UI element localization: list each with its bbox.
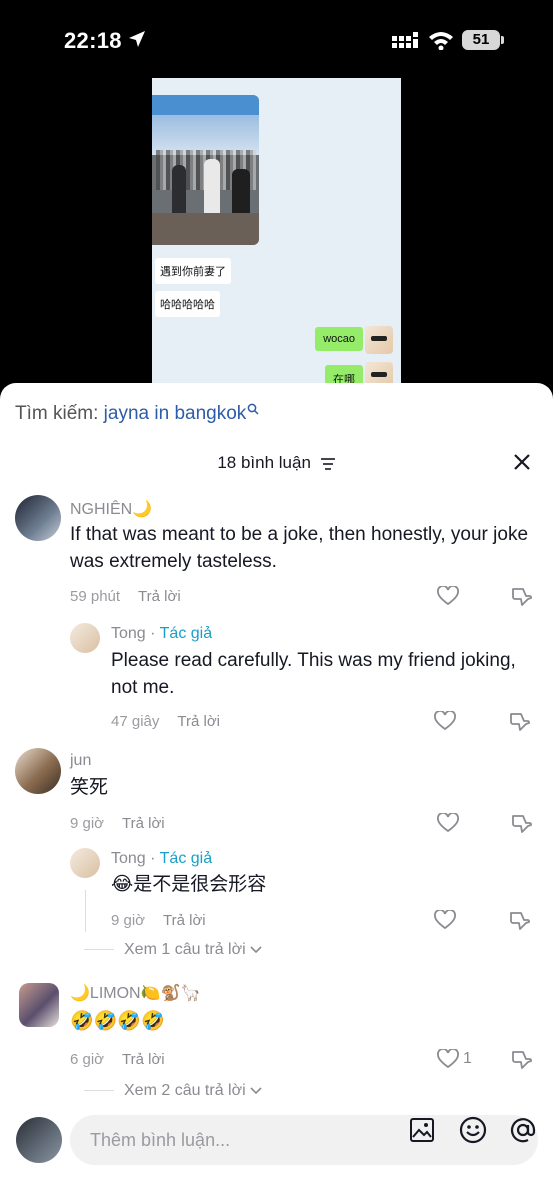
chat-photo	[152, 95, 259, 245]
like-heart-icon	[437, 1048, 459, 1069]
reply-author[interactable]: Tong · Tác giả	[111, 850, 212, 868]
like-heart-icon[interactable]	[434, 910, 456, 930]
comment-time: 6 giờ	[70, 1051, 105, 1068]
comments-sheet: Tìm kiếm: jayna in bangkok 18 bình luận …	[0, 383, 553, 1200]
comments-count[interactable]: 18 bình luận	[0, 453, 553, 473]
like-heart-icon[interactable]	[434, 711, 456, 731]
author-badge: Tác giả	[159, 625, 213, 642]
dislike-icon[interactable]	[511, 585, 533, 607]
search-label: Tìm kiếm:	[15, 403, 99, 424]
search-query[interactable]: jayna in bangkok	[104, 403, 247, 424]
search-icon	[247, 403, 259, 415]
like-heart-icon[interactable]	[437, 813, 459, 833]
emoji-icon[interactable]	[459, 1116, 487, 1144]
reply-button[interactable]: Trả lời	[177, 713, 220, 730]
comment-text: Please read carefully. This was my frien…	[111, 650, 516, 698]
like-button[interactable]: 1	[437, 1048, 477, 1071]
comment-input-placeholder: Thêm bình luận...	[90, 1130, 231, 1150]
status-bar: 22:18 51	[0, 0, 553, 78]
comment-meta: 6 giờ Trả lời	[70, 1051, 165, 1068]
reply-button[interactable]: Trả lời	[138, 588, 181, 605]
view-replies-button[interactable]: Xem 1 câu trả lời	[84, 941, 262, 959]
avatar[interactable]	[15, 495, 61, 541]
chat-bubble-left: 遇到你前妻了	[155, 258, 231, 284]
dislike-icon[interactable]	[509, 710, 531, 732]
cellular-signal-icon	[392, 32, 418, 48]
like-count: 1	[463, 1050, 472, 1067]
comment-meta: 9 giờ Trả lời	[111, 912, 206, 929]
comment-meta: 9 giờ Trả lời	[70, 815, 165, 832]
comment-text: 😂是不是很会形容	[111, 874, 267, 895]
comment-author[interactable]: jun	[70, 752, 91, 770]
comment-text: If that was meant to be a joke, then hon…	[70, 524, 529, 572]
reply-author[interactable]: Tong · Tác giả	[111, 625, 212, 643]
comment-text: 🤣🤣🤣🤣	[70, 1011, 165, 1032]
avatar[interactable]	[19, 983, 59, 1027]
battery-indicator: 51	[462, 30, 504, 50]
like-heart-icon[interactable]	[437, 586, 459, 606]
dislike-icon[interactable]	[509, 909, 531, 931]
chevron-down-icon	[250, 946, 262, 954]
chat-bubble-right: wocao	[315, 327, 363, 351]
search-suggestion[interactable]: Tìm kiếm: jayna in bangkok	[15, 403, 259, 425]
dislike-icon[interactable]	[511, 1048, 533, 1070]
view-replies-button[interactable]: Xem 2 câu trả lời	[84, 1082, 262, 1100]
avatar[interactable]	[70, 623, 100, 653]
clock: 22:18	[64, 28, 122, 53]
author-badge: Tác giả	[159, 850, 213, 867]
comment-text: 笑死	[70, 777, 109, 798]
avatar[interactable]	[15, 748, 61, 794]
chat-bubble-left: 哈哈哈哈哈	[155, 291, 220, 317]
comment-meta: 59 phút Trả lời	[70, 588, 181, 605]
comment-time: 9 giờ	[70, 815, 105, 832]
chat-avatar	[365, 326, 393, 354]
wifi-icon	[429, 32, 453, 50]
comment-time: 59 phút	[70, 588, 121, 605]
my-avatar	[16, 1117, 62, 1163]
comment-meta: 47 giây Trả lời	[111, 713, 220, 730]
image-icon[interactable]	[409, 1117, 435, 1143]
avatar[interactable]	[70, 848, 100, 878]
thread-line	[85, 890, 86, 932]
comment-time: 9 giờ	[111, 912, 146, 929]
comment-author[interactable]: 🌙LIMON🍋🐒🦙	[70, 983, 200, 1003]
reply-button[interactable]: Trả lời	[122, 1051, 165, 1068]
comment-input-bar: Thêm bình luận...	[0, 1105, 553, 1200]
comment-time: 47 giây	[111, 713, 160, 730]
mention-icon[interactable]	[509, 1116, 537, 1144]
sort-filter-icon[interactable]	[320, 457, 336, 471]
chevron-down-icon	[250, 1087, 262, 1095]
comment-author[interactable]: NGHIÊN🌙	[70, 499, 152, 519]
close-icon[interactable]	[513, 453, 531, 471]
reply-button[interactable]: Trả lời	[163, 912, 206, 929]
video-preview[interactable]: 遇到你前妻了 哈哈哈哈哈 wocao 在哪	[152, 78, 401, 398]
comments-count-label: 18 bình luận	[217, 453, 311, 472]
reply-button[interactable]: Trả lời	[122, 815, 165, 832]
location-arrow-icon	[129, 31, 145, 47]
dislike-icon[interactable]	[511, 812, 533, 834]
